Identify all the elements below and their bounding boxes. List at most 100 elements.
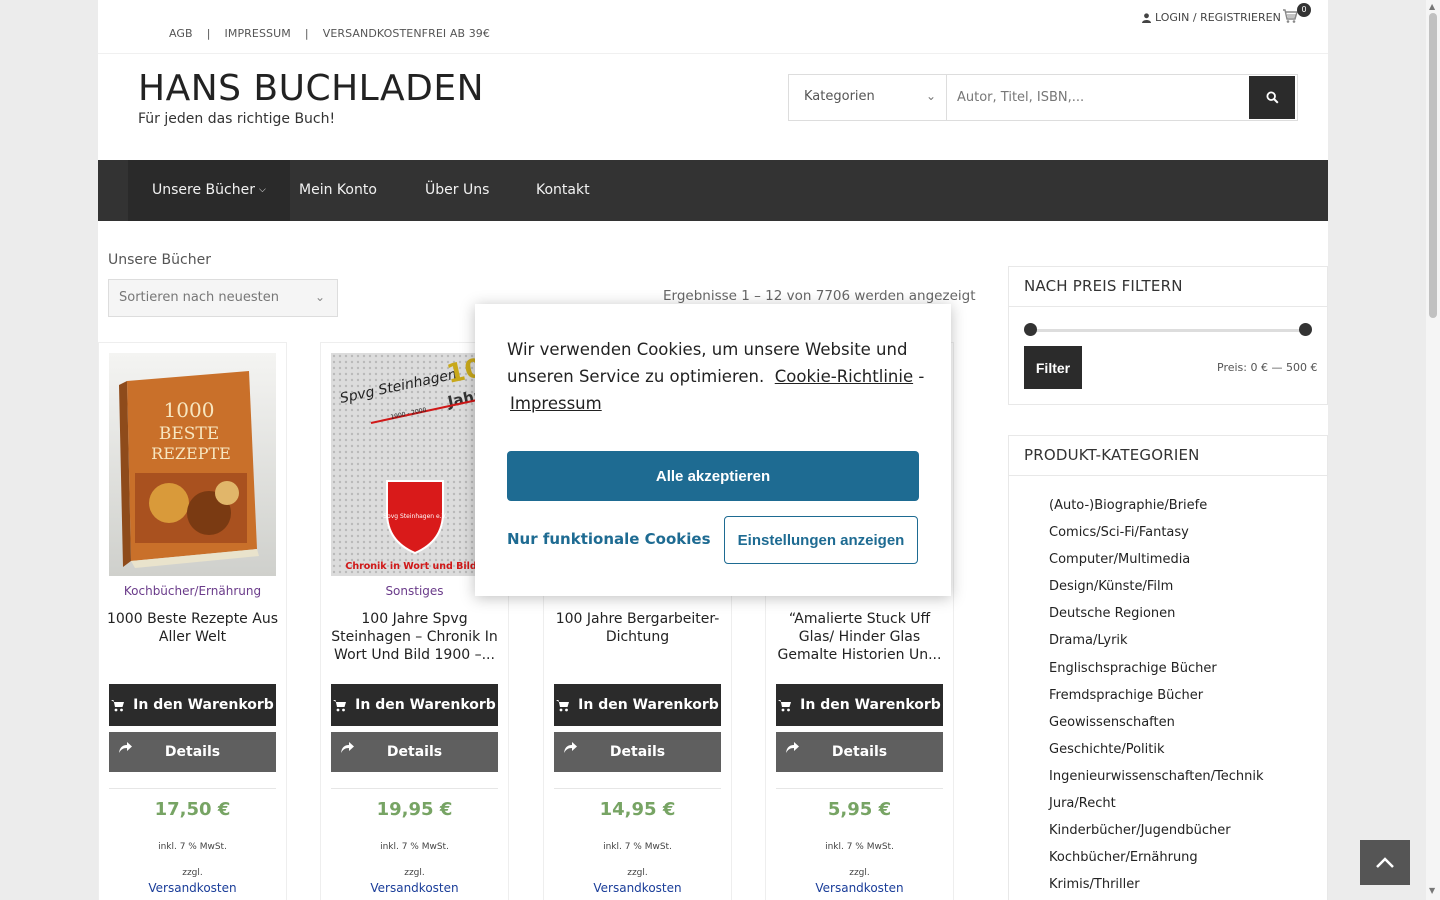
- product-title[interactable]: 100 Jahre Spvg Steinhagen – Chronik In W…: [327, 610, 502, 664]
- category-item[interactable]: Design/Künste/Film: [1049, 579, 1327, 606]
- functional-cookies-button[interactable]: Nur funktionale Cookies: [507, 530, 711, 548]
- details-button[interactable]: Details: [109, 732, 276, 772]
- vat-note: inkl. 7 % MwSt.: [825, 842, 894, 852]
- price-slider-track[interactable]: [1029, 329, 1306, 332]
- scroll-down-arrow-icon[interactable]: ▼: [1429, 886, 1435, 895]
- nav-item-ueber-uns[interactable]: Über Uns: [401, 160, 513, 221]
- category-item[interactable]: Ingenieurwissenschaften/Technik: [1049, 769, 1327, 796]
- category-item[interactable]: Kinderbücher/Jugendbücher: [1049, 823, 1327, 850]
- zzgl-note: zzgl.: [404, 868, 425, 878]
- category-item[interactable]: Englischsprachige Bücher: [1049, 661, 1327, 688]
- vat-note: inkl. 7 % MwSt.: [158, 842, 227, 852]
- cookie-settings-button[interactable]: Einstellungen anzeigen: [724, 516, 918, 564]
- category-item[interactable]: Fremdsprachige Bücher: [1049, 688, 1327, 715]
- category-item[interactable]: Geschichte/Politik: [1049, 742, 1327, 769]
- chevron-up-icon: [1376, 856, 1394, 868]
- category-item[interactable]: Geowissenschaften: [1049, 715, 1327, 742]
- site-tagline: Für jeden das richtige Buch!: [138, 111, 336, 127]
- back-to-top-button[interactable]: [1360, 840, 1410, 885]
- category-select[interactable]: Kategorien ⌄: [789, 75, 947, 120]
- scrollbar-thumb[interactable]: [1429, 13, 1437, 318]
- category-item[interactable]: (Auto-)Biographie/Briefe: [1049, 498, 1327, 525]
- search-input[interactable]: [949, 75, 1249, 120]
- shipping-link[interactable]: Versandkosten: [321, 881, 508, 895]
- nav-item-label: Mein Konto: [299, 182, 377, 198]
- price-currency: €: [662, 799, 676, 820]
- details-button[interactable]: Details: [776, 732, 943, 772]
- cookie-consent-dialog: Wir verwenden Cookies, um unsere Website…: [475, 304, 951, 596]
- accept-all-cookies-button[interactable]: Alle akzeptieren: [507, 451, 919, 501]
- product-price: 14,95 €: [544, 799, 731, 820]
- share-arrow-icon: [564, 742, 577, 753]
- cart-icon: [778, 699, 792, 711]
- category-select-label: Kategorien: [804, 89, 875, 104]
- add-to-cart-button[interactable]: In den Warenkorb: [776, 684, 943, 726]
- product-title[interactable]: 1000 Beste Rezepte Aus Aller Welt: [105, 610, 280, 646]
- agb-link[interactable]: AGB: [169, 27, 193, 40]
- breadcrumb[interactable]: Unsere Bücher: [108, 252, 211, 268]
- details-label: Details: [386, 744, 443, 760]
- price-currency: €: [439, 799, 453, 820]
- nav-item-unsere-buecher[interactable]: Unsere Bücher ⌵: [128, 160, 290, 221]
- price-slider-max-handle[interactable]: [1299, 323, 1312, 336]
- impressum-link[interactable]: IMPRESSUM: [225, 27, 291, 40]
- cart-count-badge: 0: [1297, 3, 1311, 17]
- zzgl-note: zzgl.: [849, 868, 870, 878]
- search-bar: Kategorien ⌄: [788, 74, 1298, 121]
- category-item[interactable]: Deutsche Regionen: [1049, 606, 1327, 633]
- cover-text: Spvg Steinhagen e.V.: [383, 513, 447, 520]
- cookie-policy-link[interactable]: Cookie-Richtlinie: [775, 367, 913, 386]
- product-title[interactable]: 100 Jahre Bergarbeiter-Dichtung: [550, 610, 725, 646]
- category-item[interactable]: Drama/Lyrik: [1049, 633, 1327, 660]
- cookie-impressum-link[interactable]: Impressum: [510, 394, 602, 413]
- scroll-up-arrow-icon[interactable]: ▲: [1429, 2, 1435, 11]
- add-to-cart-button[interactable]: In den Warenkorb: [109, 684, 276, 726]
- search-button[interactable]: [1249, 76, 1295, 119]
- sort-select-label: Sortieren nach neuesten: [119, 290, 279, 305]
- product-category[interactable]: Kochbücher/Ernährung: [99, 584, 286, 598]
- shipping-link[interactable]: Versandkosten: [766, 881, 953, 895]
- user-icon: [1142, 12, 1151, 23]
- share-arrow-icon: [119, 742, 132, 753]
- category-item[interactable]: Jura/Recht: [1049, 796, 1327, 823]
- price-currency: €: [217, 799, 231, 820]
- product-title[interactable]: “Amalierte Stuck Uff Glas/ Hinder Glas G…: [772, 610, 947, 664]
- nav-item-label: Unsere Bücher: [152, 182, 255, 198]
- search-icon: [1265, 91, 1279, 104]
- product-categories-title: PRODUKT-KATEGORIEN: [1009, 436, 1327, 476]
- add-to-cart-button[interactable]: In den Warenkorb: [554, 684, 721, 726]
- details-button[interactable]: Details: [554, 732, 721, 772]
- scrollbar[interactable]: ▲ ▼: [1426, 0, 1440, 900]
- price-slider-min-handle[interactable]: [1024, 323, 1037, 336]
- details-button[interactable]: Details: [331, 732, 498, 772]
- login-link[interactable]: LOGIN / REGISTRIEREN: [1142, 11, 1281, 24]
- divider: [554, 788, 721, 789]
- nav-item-kontakt[interactable]: Kontakt: [512, 160, 614, 221]
- product-image[interactable]: 1000 BESTE REZEPTE: [109, 353, 276, 576]
- shipping-link[interactable]: Versandkosten: [99, 881, 286, 895]
- price-filter-title: NACH PREIS FILTERN: [1009, 267, 1327, 307]
- category-item[interactable]: Krimis/Thriller: [1049, 877, 1327, 900]
- category-item[interactable]: Comics/Sci-Fi/Fantasy: [1049, 525, 1327, 552]
- product-price: 19,95 €: [321, 799, 508, 820]
- shipping-info-link[interactable]: VERSANDKOSTENFREI AB 39€: [323, 27, 490, 40]
- category-item[interactable]: Computer/Multimedia: [1049, 552, 1327, 579]
- category-item[interactable]: Kochbücher/Ernährung: [1049, 850, 1327, 877]
- price-filter-widget: NACH PREIS FILTERN Filter Preis: 0 € — 5…: [1008, 266, 1328, 405]
- page: AGB | IMPRESSUM | VERSANDKOSTENFREI AB 3…: [98, 0, 1328, 900]
- product-image[interactable]: Spvg Steinhagen 100 Jahre 1900 - 2000 Sp…: [331, 353, 498, 576]
- divider: [331, 788, 498, 789]
- top-links: AGB | IMPRESSUM | VERSANDKOSTENFREI AB 3…: [169, 27, 490, 40]
- share-arrow-icon: [341, 742, 354, 753]
- site-title[interactable]: HANS BUCHLADEN: [138, 68, 484, 109]
- sort-select[interactable]: Sortieren nach neuesten ⌄: [108, 279, 338, 317]
- price-value: 19,95: [376, 799, 434, 820]
- separator: |: [206, 27, 211, 40]
- details-label: Details: [831, 744, 888, 760]
- nav-item-mein-konto[interactable]: Mein Konto: [275, 160, 401, 221]
- shipping-link[interactable]: Versandkosten: [544, 881, 731, 895]
- add-to-cart-button[interactable]: In den Warenkorb: [331, 684, 498, 726]
- cart-icon: [111, 699, 125, 711]
- filter-button[interactable]: Filter: [1024, 346, 1082, 389]
- cart-icon[interactable]: [1282, 8, 1298, 24]
